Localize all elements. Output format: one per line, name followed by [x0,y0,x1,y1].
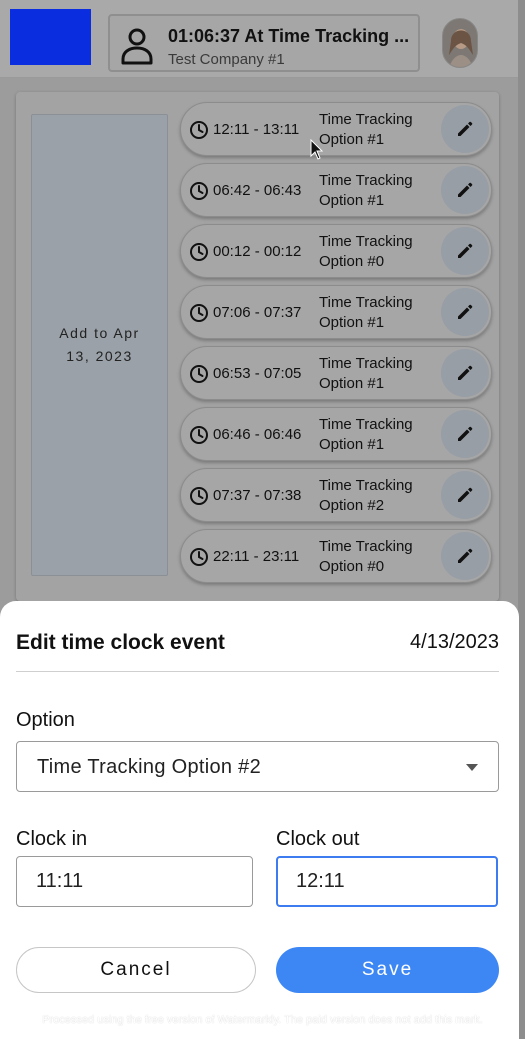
time-tracking-status-card[interactable]: 01:06:37 At Time Tracking ... Test Compa… [108,14,420,72]
event-time: 12:11 - 13:11 [213,121,300,138]
event-list: 12:11 - 13:11 Time Tracking Option #1 06:4… [180,102,492,590]
event-time: 22:11 - 23:11 [213,548,300,565]
clock-icon [190,548,208,566]
app-header: 01:06:37 At Time Tracking ... Test Compa… [0,0,525,78]
sheet-title: Edit time clock event [16,631,225,654]
watermark-text: Processed using the free version of Wate… [42,1014,483,1026]
status-title: 01:06:37 At Time Tracking ... [168,26,410,46]
edit-event-button[interactable] [441,166,489,214]
event-row[interactable]: 06:53 - 07:05 Time Tracking Option #1 [180,346,492,400]
mouse-cursor-icon [310,139,324,160]
event-row[interactable]: 07:06 - 07:37 Time Tracking Option #1 [180,285,492,339]
event-option-label: Time Tracking Option #1 [319,172,413,209]
sheet-date: 4/13/2023 [410,631,499,653]
pencil-icon [458,426,473,441]
pencil-icon [458,365,473,380]
edit-event-button[interactable] [441,105,489,153]
event-row[interactable]: 22:11 - 23:11 Time Tracking Option #0 [180,529,492,583]
day-panel: Add to Apr 13, 2023 12:11 - 13:11 Time Tr… [16,92,499,601]
avatar-image [443,19,477,67]
event-row[interactable]: 12:11 - 13:11 Time Tracking Option #1 [180,102,492,156]
edit-event-button[interactable] [441,532,489,580]
event-row[interactable]: 06:42 - 06:43 Time Tracking Option #1 [180,163,492,217]
event-row[interactable]: 00:12 - 00:12 Time Tracking Option #0 [180,224,492,278]
edit-event-button[interactable] [441,288,489,336]
option-label: Option [16,709,75,731]
scrollbar[interactable] [518,0,525,1039]
edit-event-button[interactable] [441,227,489,275]
edit-event-button[interactable] [441,410,489,458]
event-option-label: Time Tracking Option #1 [319,355,413,392]
event-time: 07:37 - 07:38 [213,487,302,504]
event-option-label: Time Tracking Option #1 [319,294,413,331]
event-time: 06:53 - 07:05 [213,365,302,382]
event-time: 06:42 - 06:43 [213,182,302,199]
edit-event-button[interactable] [441,471,489,519]
clock-out-label: Clock out [276,828,360,850]
event-option-label: Time Tracking Option #0 [319,233,413,270]
clock-icon [190,121,208,139]
clock-out-input[interactable] [276,856,498,907]
clock-icon [190,182,208,200]
caret-down-icon [466,764,478,771]
event-row[interactable]: 06:46 - 06:46 Time Tracking Option #1 [180,407,492,461]
save-button[interactable]: Save [276,947,499,993]
add-event-button[interactable]: Add to Apr 13, 2023 [31,114,168,576]
pencil-icon [458,304,473,319]
pencil-icon [458,548,473,563]
cancel-button[interactable]: Cancel [16,947,256,993]
event-option-label: Time Tracking Option #2 [319,477,413,514]
company-name: Test Company #1 [168,51,285,68]
company-logo[interactable] [10,9,91,65]
pencil-icon [458,121,473,136]
edit-event-button[interactable] [441,349,489,397]
clock-icon [190,365,208,383]
clock-icon [190,487,208,505]
event-time: 07:06 - 07:37 [213,304,302,321]
person-icon [121,28,153,65]
event-option-label: Time Tracking Option #1 [319,416,413,453]
pencil-icon [458,182,473,197]
clock-icon [190,304,208,322]
pencil-icon [458,487,473,502]
event-row[interactable]: 07:37 - 07:38 Time Tracking Option #2 [180,468,492,522]
option-select-value: Time Tracking Option #2 [37,756,262,778]
divider [16,671,499,672]
clock-in-input[interactable] [16,856,253,907]
event-option-label: Time Tracking Option #1 [319,111,413,148]
event-time: 06:46 - 06:46 [213,426,302,443]
avatar[interactable] [442,18,478,68]
clock-icon [190,243,208,261]
clock-icon [190,426,208,444]
event-time: 00:12 - 00:12 [213,243,302,260]
event-option-label: Time Tracking Option #0 [319,538,413,575]
clock-in-label: Clock in [16,828,88,850]
option-select[interactable]: Time Tracking Option #2 [16,741,499,792]
pencil-icon [458,243,473,258]
add-event-label: Add to Apr 13, 2023 [59,325,140,364]
edit-event-sheet: Edit time clock event 4/13/2023 Option T… [0,601,519,1039]
